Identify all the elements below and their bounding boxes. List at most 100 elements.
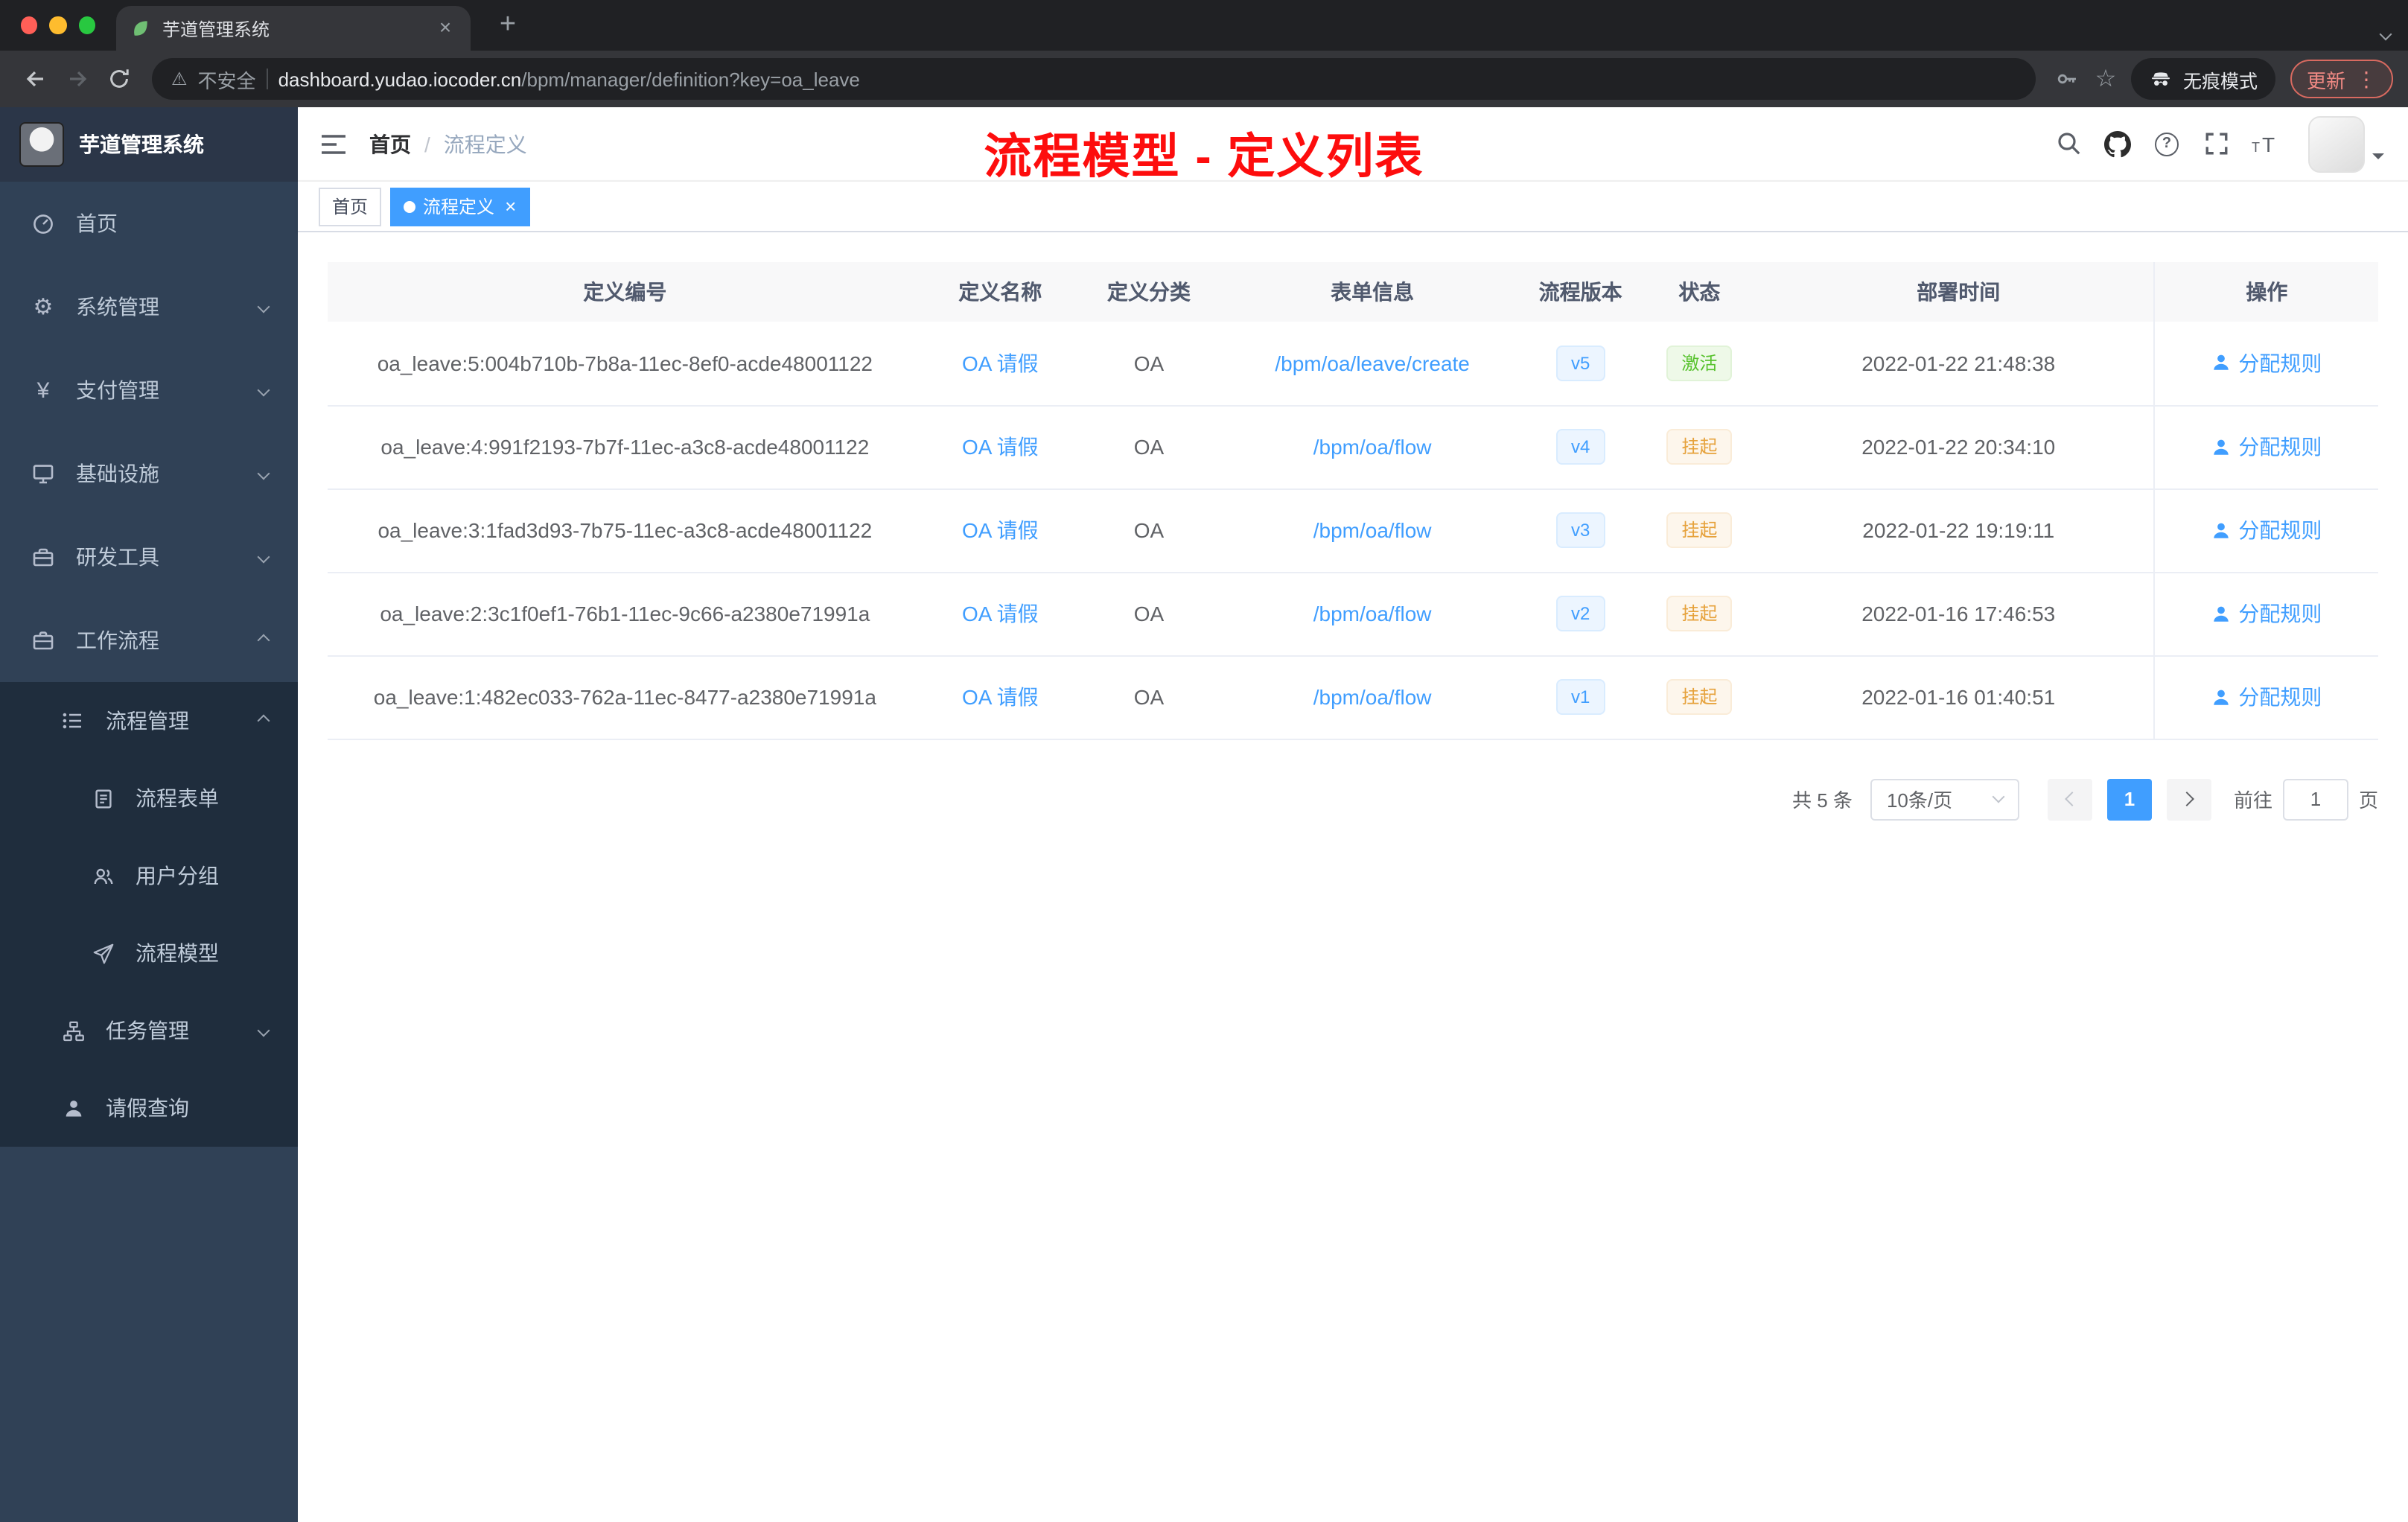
status-badge[interactable]: 挂起 [1666, 512, 1733, 548]
github-icon[interactable] [2100, 124, 2135, 163]
page-size-select[interactable]: 10条/页 [1870, 778, 2019, 820]
tab-close-icon[interactable]: × [433, 16, 457, 40]
prev-page-button[interactable] [2047, 778, 2092, 820]
chevron-down-icon [257, 300, 270, 313]
status-badge[interactable]: 挂起 [1666, 679, 1733, 715]
fullscreen-icon[interactable] [2198, 124, 2234, 163]
col-definition-id: 定义编号 [328, 262, 923, 322]
deploy-time: 2022-01-22 20:34:10 [1762, 405, 2155, 489]
definition-id: oa_leave:1:482ec033-762a-11ec-8477-a2380… [328, 655, 923, 739]
address-bar[interactable]: ⚠ 不安全 dashboard.yudao.iocoder.cn /bpm/ma… [152, 58, 2036, 100]
tag-home[interactable]: 首页 [319, 187, 382, 226]
version-badge[interactable]: v2 [1555, 596, 1605, 631]
tag-label: 首页 [332, 197, 369, 217]
form-info-link[interactable]: /bpm/oa/leave/create [1275, 351, 1470, 375]
sidebar-item-process-model[interactable]: 流程模型 [0, 914, 298, 992]
form-info-link[interactable]: /bpm/oa/flow [1313, 685, 1432, 709]
chevron-down-icon [1992, 790, 2005, 803]
version-badge[interactable]: v1 [1555, 679, 1605, 715]
col-definition-name: 定义名称 [922, 262, 1078, 322]
bookmark-star-icon[interactable]: ☆ [2086, 60, 2125, 98]
assign-rule-link[interactable]: 分配规则 [2211, 599, 2322, 628]
status-badge[interactable]: 挂起 [1666, 429, 1733, 465]
definition-id: oa_leave:2:3c1f0ef1-76b1-11ec-9c66-a2380… [328, 572, 923, 656]
status-badge[interactable]: 激活 [1666, 345, 1733, 381]
sidebar-item-label: 系统管理 [76, 295, 159, 319]
breadcrumb-home[interactable]: 首页 [369, 129, 411, 159]
help-icon[interactable]: ? [2149, 124, 2185, 163]
sidebar-item-label: 流程管理 [106, 709, 189, 733]
sidebar-item-workflow[interactable]: 工作流程 [0, 599, 298, 682]
window-controls [0, 16, 116, 34]
sidebar-item-process-mgmt[interactable]: 流程管理 [0, 682, 298, 760]
sidebar-item-leave-query[interactable]: 请假查询 [0, 1069, 298, 1147]
next-page-button[interactable] [2166, 778, 2211, 820]
assign-rule-link[interactable]: 分配规则 [2211, 682, 2322, 712]
breadcrumb-current: 流程定义 [443, 132, 527, 156]
sidebar-item-home[interactable]: 首页 [0, 182, 298, 265]
goto-page-input[interactable] [2282, 778, 2348, 820]
navbar: 首页 / 流程定义 ? T T [298, 107, 2408, 182]
reload-icon[interactable] [98, 58, 140, 100]
sidebar-item-system[interactable]: ⚙ 系统管理 [0, 265, 298, 348]
form-info-link[interactable]: /bpm/oa/flow [1313, 602, 1432, 625]
assign-rule-link[interactable]: 分配规则 [2211, 515, 2322, 545]
font-size-icon[interactable]: TT [2247, 124, 2283, 163]
sidebar-item-process-form[interactable]: 流程表单 [0, 760, 298, 837]
definition-name-link[interactable]: OA 请假 [962, 351, 1039, 375]
users-icon [89, 865, 116, 887]
page-size-value: 10条/页 [1886, 789, 1953, 812]
main-area: 首页 / 流程定义 ? T T 首页 流程定义 × 定义编号 定义名称 定义分类… [298, 107, 2408, 1522]
browser-menu-icon[interactable]: ⋮ [2356, 66, 2377, 92]
search-icon[interactable] [2051, 124, 2086, 163]
version-badge[interactable]: v3 [1555, 512, 1605, 548]
definition-name-link[interactable]: OA 请假 [962, 435, 1039, 459]
sidebar-item-label: 基础设施 [76, 462, 159, 485]
sidebar-item-payment[interactable]: ¥ 支付管理 [0, 348, 298, 432]
browser-update-button[interactable]: 更新 ⋮ [2290, 60, 2393, 98]
tab-search-icon[interactable] [2379, 19, 2392, 46]
col-form-info: 表单信息 [1219, 262, 1526, 322]
version-badge[interactable]: v5 [1555, 345, 1605, 381]
password-key-icon[interactable] [2048, 60, 2086, 98]
deploy-time: 2022-01-16 01:40:51 [1762, 655, 2155, 739]
page-number-current[interactable]: 1 [2106, 778, 2152, 820]
definition-name-link[interactable]: OA 请假 [962, 518, 1039, 542]
url-separator [266, 69, 268, 89]
assign-rule-link[interactable]: 分配规则 [2211, 348, 2322, 378]
definition-name-link[interactable]: OA 请假 [962, 685, 1039, 709]
form-info-link[interactable]: /bpm/oa/flow [1313, 435, 1432, 459]
user-menu[interactable] [2308, 115, 2384, 172]
sidebar-item-infra[interactable]: 基础设施 [0, 432, 298, 515]
tag-process-definition[interactable]: 流程定义 × [390, 187, 530, 226]
definition-name-link[interactable]: OA 请假 [962, 602, 1039, 625]
form-document-icon [89, 787, 116, 809]
sidebar-item-user-group[interactable]: 用户分组 [0, 837, 298, 914]
browser-tab[interactable]: 芋道管理系统 × [116, 6, 471, 51]
forward-icon[interactable] [57, 58, 98, 100]
sidebar-item-devtools[interactable]: 研发工具 [0, 515, 298, 599]
sidebar-logo[interactable]: 芋道管理系统 [0, 107, 298, 182]
version-badge[interactable]: v4 [1555, 429, 1605, 465]
definition-category: OA [1077, 405, 1220, 489]
form-info-link[interactable]: /bpm/oa/flow [1313, 518, 1432, 542]
chevron-up-icon [257, 634, 270, 647]
status-badge[interactable]: 挂起 [1666, 596, 1733, 631]
tab-title: 芋道管理系统 [162, 19, 270, 39]
hamburger-icon[interactable] [298, 132, 369, 156]
avatar[interactable] [2308, 115, 2365, 172]
window-zoom-button[interactable] [78, 16, 95, 34]
col-operation: 操作 [2153, 262, 2378, 322]
tag-close-icon[interactable]: × [505, 195, 516, 217]
back-icon[interactable] [15, 58, 57, 100]
table-row: oa_leave:1:482ec033-762a-11ec-8477-a2380… [328, 655, 2378, 739]
sidebar-item-task-mgmt[interactable]: 任务管理 [0, 992, 298, 1069]
new-tab-button[interactable]: + [488, 9, 527, 42]
window-close-button[interactable] [21, 16, 38, 34]
definition-id: oa_leave:4:991f2193-7b7f-11ec-a3c8-acde4… [328, 405, 923, 489]
assign-rule-link[interactable]: 分配规则 [2211, 432, 2322, 462]
caret-down-icon [2372, 153, 2384, 165]
table-row: oa_leave:3:1fad3d93-7b75-11ec-a3c8-acde4… [328, 488, 2378, 573]
window-minimize-button[interactable] [49, 16, 67, 34]
definition-id: oa_leave:5:004b710b-7b8a-11ec-8ef0-acde4… [328, 322, 923, 406]
